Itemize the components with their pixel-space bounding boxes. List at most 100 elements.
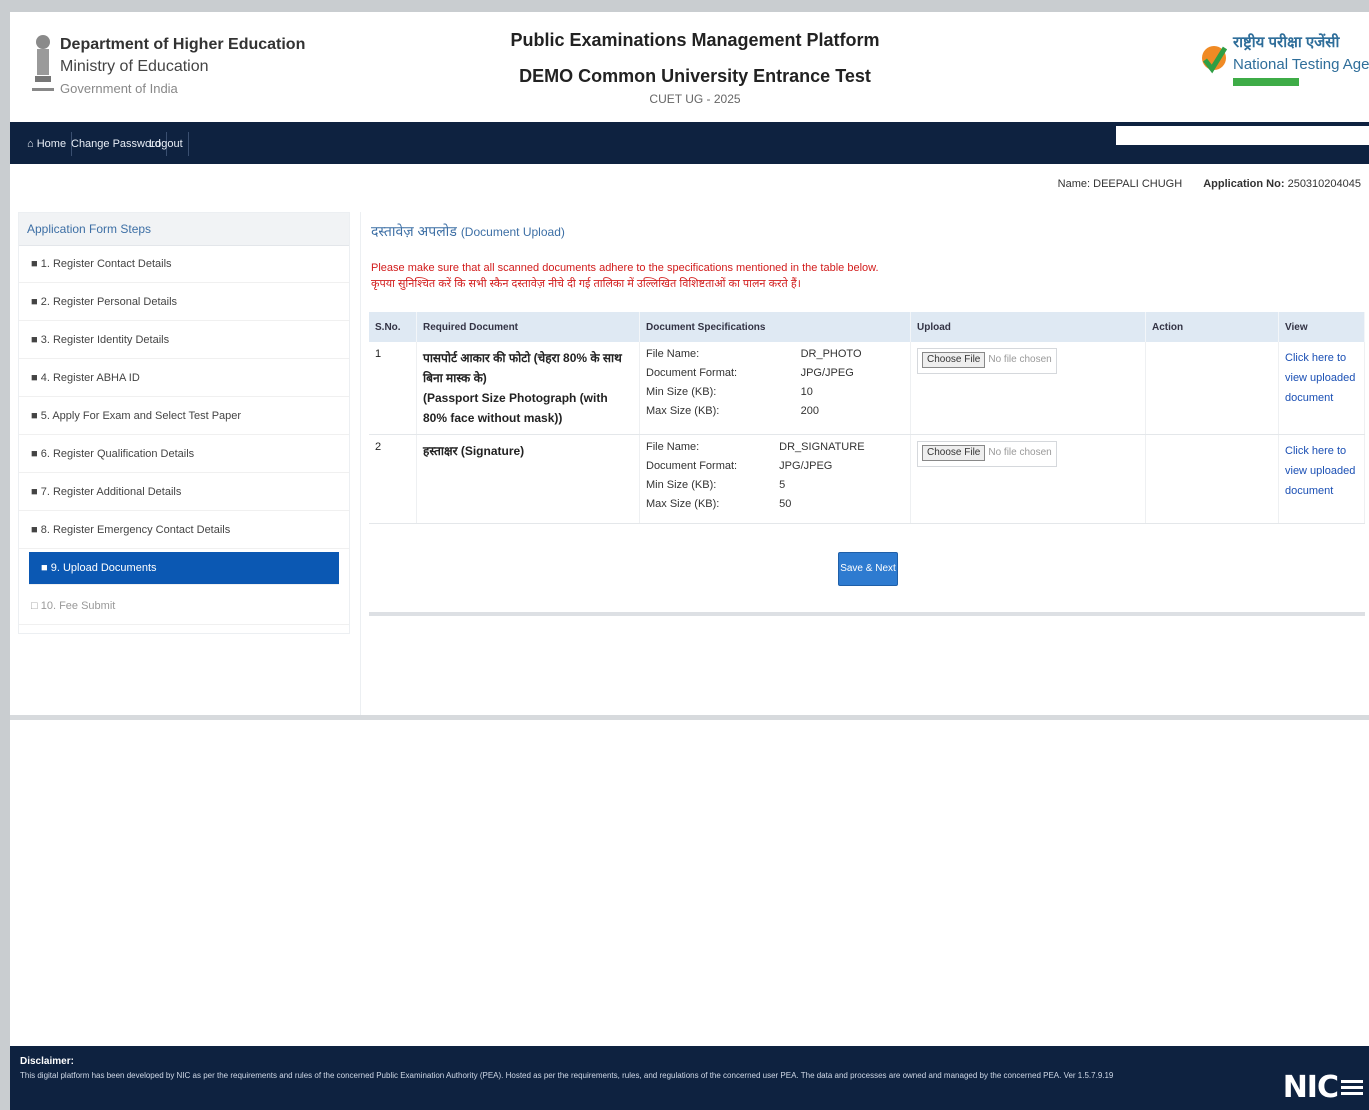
- row-action: [1145, 342, 1279, 435]
- row-view: Click here to view uploaded document: [1278, 342, 1365, 435]
- spec-file-label: File Name:: [646, 348, 700, 360]
- title-hindi: दस्तावेज़ अपलोड: [371, 223, 457, 239]
- table-row: 2 हस्ताक्षर (Signature) File Name: DR_SIG…: [369, 434, 1365, 524]
- choose-file-button[interactable]: Choose File: [922, 445, 986, 461]
- department-block: Department of Higher Education Ministry …: [60, 34, 305, 100]
- step-label: 6. Register Qualification Details: [40, 448, 195, 460]
- spec-table: File Name: DR_PHOTO Document Format: JPG/J…: [646, 348, 904, 424]
- col-view: View: [1278, 312, 1365, 342]
- row-action: [1145, 434, 1279, 524]
- title-block: Public Examinations Management Platform …: [450, 26, 940, 106]
- nta-logo-block: राष्ट्रीय परीक्षा एजेंसी National Testin…: [1199, 24, 1369, 88]
- user-info: Name: DEEPALI CHUGH Application No: 2503…: [1058, 178, 1361, 190]
- step-1[interactable]: ■ 1. Register Contact Details: [19, 246, 349, 283]
- step-2[interactable]: ■ 2. Register Personal Details: [19, 284, 349, 321]
- step-9-active[interactable]: ■ 9. Upload Documents: [29, 552, 339, 585]
- nic-logo-lines-icon: [1341, 1077, 1363, 1098]
- row-spec: File Name: DR_SIGNATURE Document Format: J…: [639, 434, 911, 524]
- view-document-link[interactable]: Click here to view uploaded document: [1285, 441, 1358, 501]
- check-icon: ■: [31, 524, 38, 536]
- check-icon: ■: [31, 372, 38, 384]
- row-document: हस्ताक्षर (Signature): [416, 434, 640, 524]
- check-icon: ■: [31, 296, 38, 308]
- step-10[interactable]: □ 10. Fee Submit: [19, 588, 349, 625]
- sidebar-heading: Application Form Steps: [19, 213, 349, 246]
- documents-table: S.No. Required Document Document Specifi…: [369, 312, 1365, 524]
- disclaimer-text: This digital platform has been developed…: [20, 1071, 1114, 1080]
- note-hi: कृपया सुनिश्चित करें कि सभी स्कैन दस्ताव…: [371, 278, 801, 290]
- step-label: 2. Register Personal Details: [40, 296, 178, 308]
- no-file-text: No file chosen: [988, 354, 1052, 365]
- ministry-name: Ministry of Education: [60, 58, 209, 75]
- col-spec: Document Specifications: [639, 312, 911, 342]
- app-no-value: 250310204045: [1287, 178, 1361, 190]
- nav-logout[interactable]: Logout: [144, 132, 189, 156]
- doc-hindi: हस्ताक्षर (Signature): [423, 444, 525, 458]
- step-label: 5. Apply For Exam and Select Test Paper: [40, 410, 242, 422]
- row-spec: File Name: DR_PHOTO Document Format: JPG/J…: [639, 342, 911, 435]
- title-en: (Document Upload): [460, 225, 565, 239]
- dept-name: Department of Higher Education: [60, 36, 306, 53]
- box-icon: □: [31, 600, 38, 612]
- agency-hindi: राष्ट्रीय परीक्षा एजेंसी: [1233, 34, 1340, 51]
- spec-format-value: JPG/JPEG: [779, 460, 833, 472]
- file-input[interactable]: Choose File No file chosen: [917, 441, 1057, 467]
- choose-file-button[interactable]: Choose File: [922, 352, 986, 368]
- document-upload-card: दस्तावेज़ अपलोड (Document Upload) Please …: [360, 212, 1369, 717]
- nav-search-input[interactable]: [1116, 126, 1369, 145]
- step-label: 7. Register Additional Details: [40, 486, 182, 498]
- col-upload: Upload: [910, 312, 1146, 342]
- step-7[interactable]: ■ 7. Register Additional Details: [19, 474, 349, 511]
- check-icon: ■: [41, 562, 48, 574]
- no-file-text: No file chosen: [988, 447, 1052, 458]
- step-label: 8. Register Emergency Contact Details: [40, 524, 231, 536]
- save-next-button[interactable]: Save & Next: [838, 552, 898, 586]
- spec-min-value: 10: [800, 386, 813, 398]
- spec-table: File Name: DR_SIGNATURE Document Format: J…: [646, 441, 904, 517]
- agency-badge: [1233, 78, 1299, 86]
- spec-max-value: 50: [779, 498, 792, 510]
- step-label: 10. Fee Submit: [40, 600, 116, 612]
- top-navbar: ⌂ Home Change Password Logout: [10, 122, 1369, 164]
- spec-max-label: Max Size (KB):: [646, 405, 720, 417]
- card-divider: [369, 612, 1365, 616]
- step-label: 1. Register Contact Details: [40, 258, 172, 270]
- name-value: DEEPALI CHUGH: [1093, 178, 1183, 190]
- step-6[interactable]: ■ 6. Register Qualification Details: [19, 436, 349, 473]
- site-header: Department of Higher Education Ministry …: [10, 12, 1369, 122]
- nav-home[interactable]: ⌂ Home: [22, 132, 73, 156]
- row-sno: 1: [369, 342, 417, 435]
- doc-en: (Passport Size Photograph (with 80% face…: [423, 391, 608, 425]
- spec-max-value: 200: [800, 405, 819, 417]
- doc-hindi: पासपोर्ट आकार की फोटो (चेहरा 80% के साथ …: [423, 351, 622, 385]
- exam-title: DEMO Common University Entrance Test: [519, 66, 871, 86]
- site-footer: Disclaimer: This digital platform has be…: [10, 1046, 1369, 1110]
- agency-name: National Testing Agency: [1233, 56, 1369, 73]
- nic-logo-text: NIC: [1282, 1069, 1339, 1105]
- table-header-row: S.No. Required Document Document Specifi…: [369, 312, 1365, 342]
- spec-format-label: Document Format:: [646, 460, 738, 472]
- step-3[interactable]: ■ 3. Register Identity Details: [19, 322, 349, 359]
- spec-min-label: Min Size (KB):: [646, 479, 717, 491]
- file-input[interactable]: Choose File No file chosen: [917, 348, 1057, 374]
- step-5[interactable]: ■ 5. Apply For Exam and Select Test Pape…: [19, 398, 349, 435]
- home-icon: ⌂: [27, 138, 34, 150]
- step-8[interactable]: ■ 8. Register Emergency Contact Details: [19, 512, 349, 549]
- table-row: 1 पासपोर्ट आकार की फोटो (चेहरा 80% के सा…: [369, 342, 1365, 435]
- row-sno: 2: [369, 434, 417, 524]
- section-title: दस्तावेज़ अपलोड (Document Upload): [371, 222, 565, 241]
- upload-note: Please make sure that all scanned docume…: [371, 260, 879, 292]
- national-emblem-icon: [32, 35, 54, 91]
- content-divider: [10, 715, 1369, 720]
- row-document: पासपोर्ट आकार की फोटो (चेहरा 80% के साथ …: [416, 342, 640, 435]
- check-icon: ■: [31, 334, 38, 346]
- step-4[interactable]: ■ 4. Register ABHA ID: [19, 360, 349, 397]
- col-sno: S.No.: [369, 312, 417, 342]
- spec-file-label: File Name:: [646, 441, 700, 453]
- platform-title: Public Examinations Management Platform: [510, 30, 880, 50]
- step-label: 4. Register ABHA ID: [40, 372, 140, 384]
- view-document-link[interactable]: Click here to view uploaded document: [1285, 348, 1358, 408]
- spec-min-value: 5: [779, 479, 786, 491]
- row-upload: Choose File No file chosen: [910, 434, 1146, 524]
- disclaimer-title: Disclaimer:: [20, 1056, 74, 1067]
